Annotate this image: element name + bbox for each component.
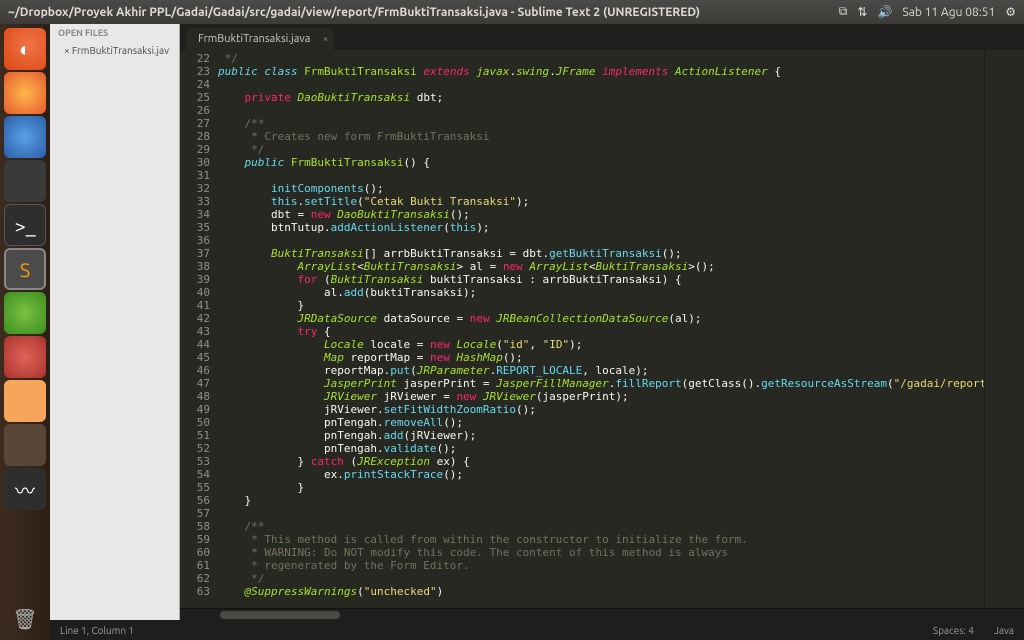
launcher-item-system-monitor[interactable]: 〰	[4, 468, 46, 510]
minimap[interactable]	[984, 50, 1024, 608]
gear-icon[interactable]: ⚙	[1005, 5, 1016, 19]
close-icon[interactable]: ×	[323, 33, 329, 44]
launcher-item-firefox[interactable]	[4, 72, 46, 114]
dropbox-icon[interactable]: ⧉	[839, 5, 848, 19]
launcher-item-sublime-text[interactable]: S	[4, 248, 46, 290]
sound-icon[interactable]: 🔊	[877, 5, 892, 19]
network-icon[interactable]: ⇅	[857, 5, 867, 19]
system-indicators: ⧉ ⇅ 🔊 Sab 11 Agu 08:51 ⚙	[839, 5, 1016, 19]
horizontal-scrollbar[interactable]	[180, 608, 1024, 620]
status-language[interactable]: Java	[994, 625, 1014, 636]
launcher-item-app-green[interactable]	[4, 292, 46, 334]
tab-bar: FrmBuktiTransaksi.java×	[180, 24, 1024, 50]
sidebar: OPEN FILES × FrmBuktiTransaksi.jav	[50, 24, 180, 620]
launcher-item-dash-home[interactable]: ◐	[4, 28, 46, 70]
sidebar-open-file[interactable]: × FrmBuktiTransaksi.jav	[50, 42, 179, 59]
editor-area: FrmBuktiTransaksi.java× 2223242526272829…	[180, 24, 1024, 620]
launcher-item-app-blue[interactable]	[4, 160, 46, 202]
open-files-header: OPEN FILES	[50, 24, 179, 42]
unity-launcher: ◐ >_S 〰 🗑	[0, 24, 50, 640]
status-spaces[interactable]: Spaces: 4	[933, 625, 974, 636]
window-title: ~/Dropbox/Proyek Akhir PPL/Gadai/Gadai/s…	[8, 6, 839, 19]
status-bar: Line 1, Column 1 Spaces: 4 Java	[50, 620, 1024, 640]
launcher-item-trash[interactable]: 🗑	[4, 598, 46, 640]
top-panel: ~/Dropbox/Proyek Akhir PPL/Gadai/Gadai/s…	[0, 0, 1024, 24]
launcher-item-files[interactable]	[4, 380, 46, 422]
launcher-item-gimp[interactable]	[4, 424, 46, 466]
code-editor[interactable]: 2223242526272829303132333435363738394041…	[180, 50, 1024, 608]
code-content[interactable]: */public class FrmBuktiTransaksi extends…	[218, 50, 984, 608]
launcher-item-thunderbird[interactable]	[4, 116, 46, 158]
sublime-window: OPEN FILES × FrmBuktiTransaksi.jav FrmBu…	[50, 24, 1024, 640]
line-gutter: 2223242526272829303132333435363738394041…	[180, 50, 218, 608]
clock[interactable]: Sab 11 Agu 08:51	[902, 6, 995, 19]
editor-tab[interactable]: FrmBuktiTransaksi.java×	[186, 28, 334, 50]
launcher-item-terminal[interactable]: >_	[4, 204, 46, 246]
launcher-item-app-red[interactable]	[4, 336, 46, 378]
scrollbar-thumb[interactable]	[220, 611, 340, 619]
status-cursor[interactable]: Line 1, Column 1	[60, 625, 134, 636]
